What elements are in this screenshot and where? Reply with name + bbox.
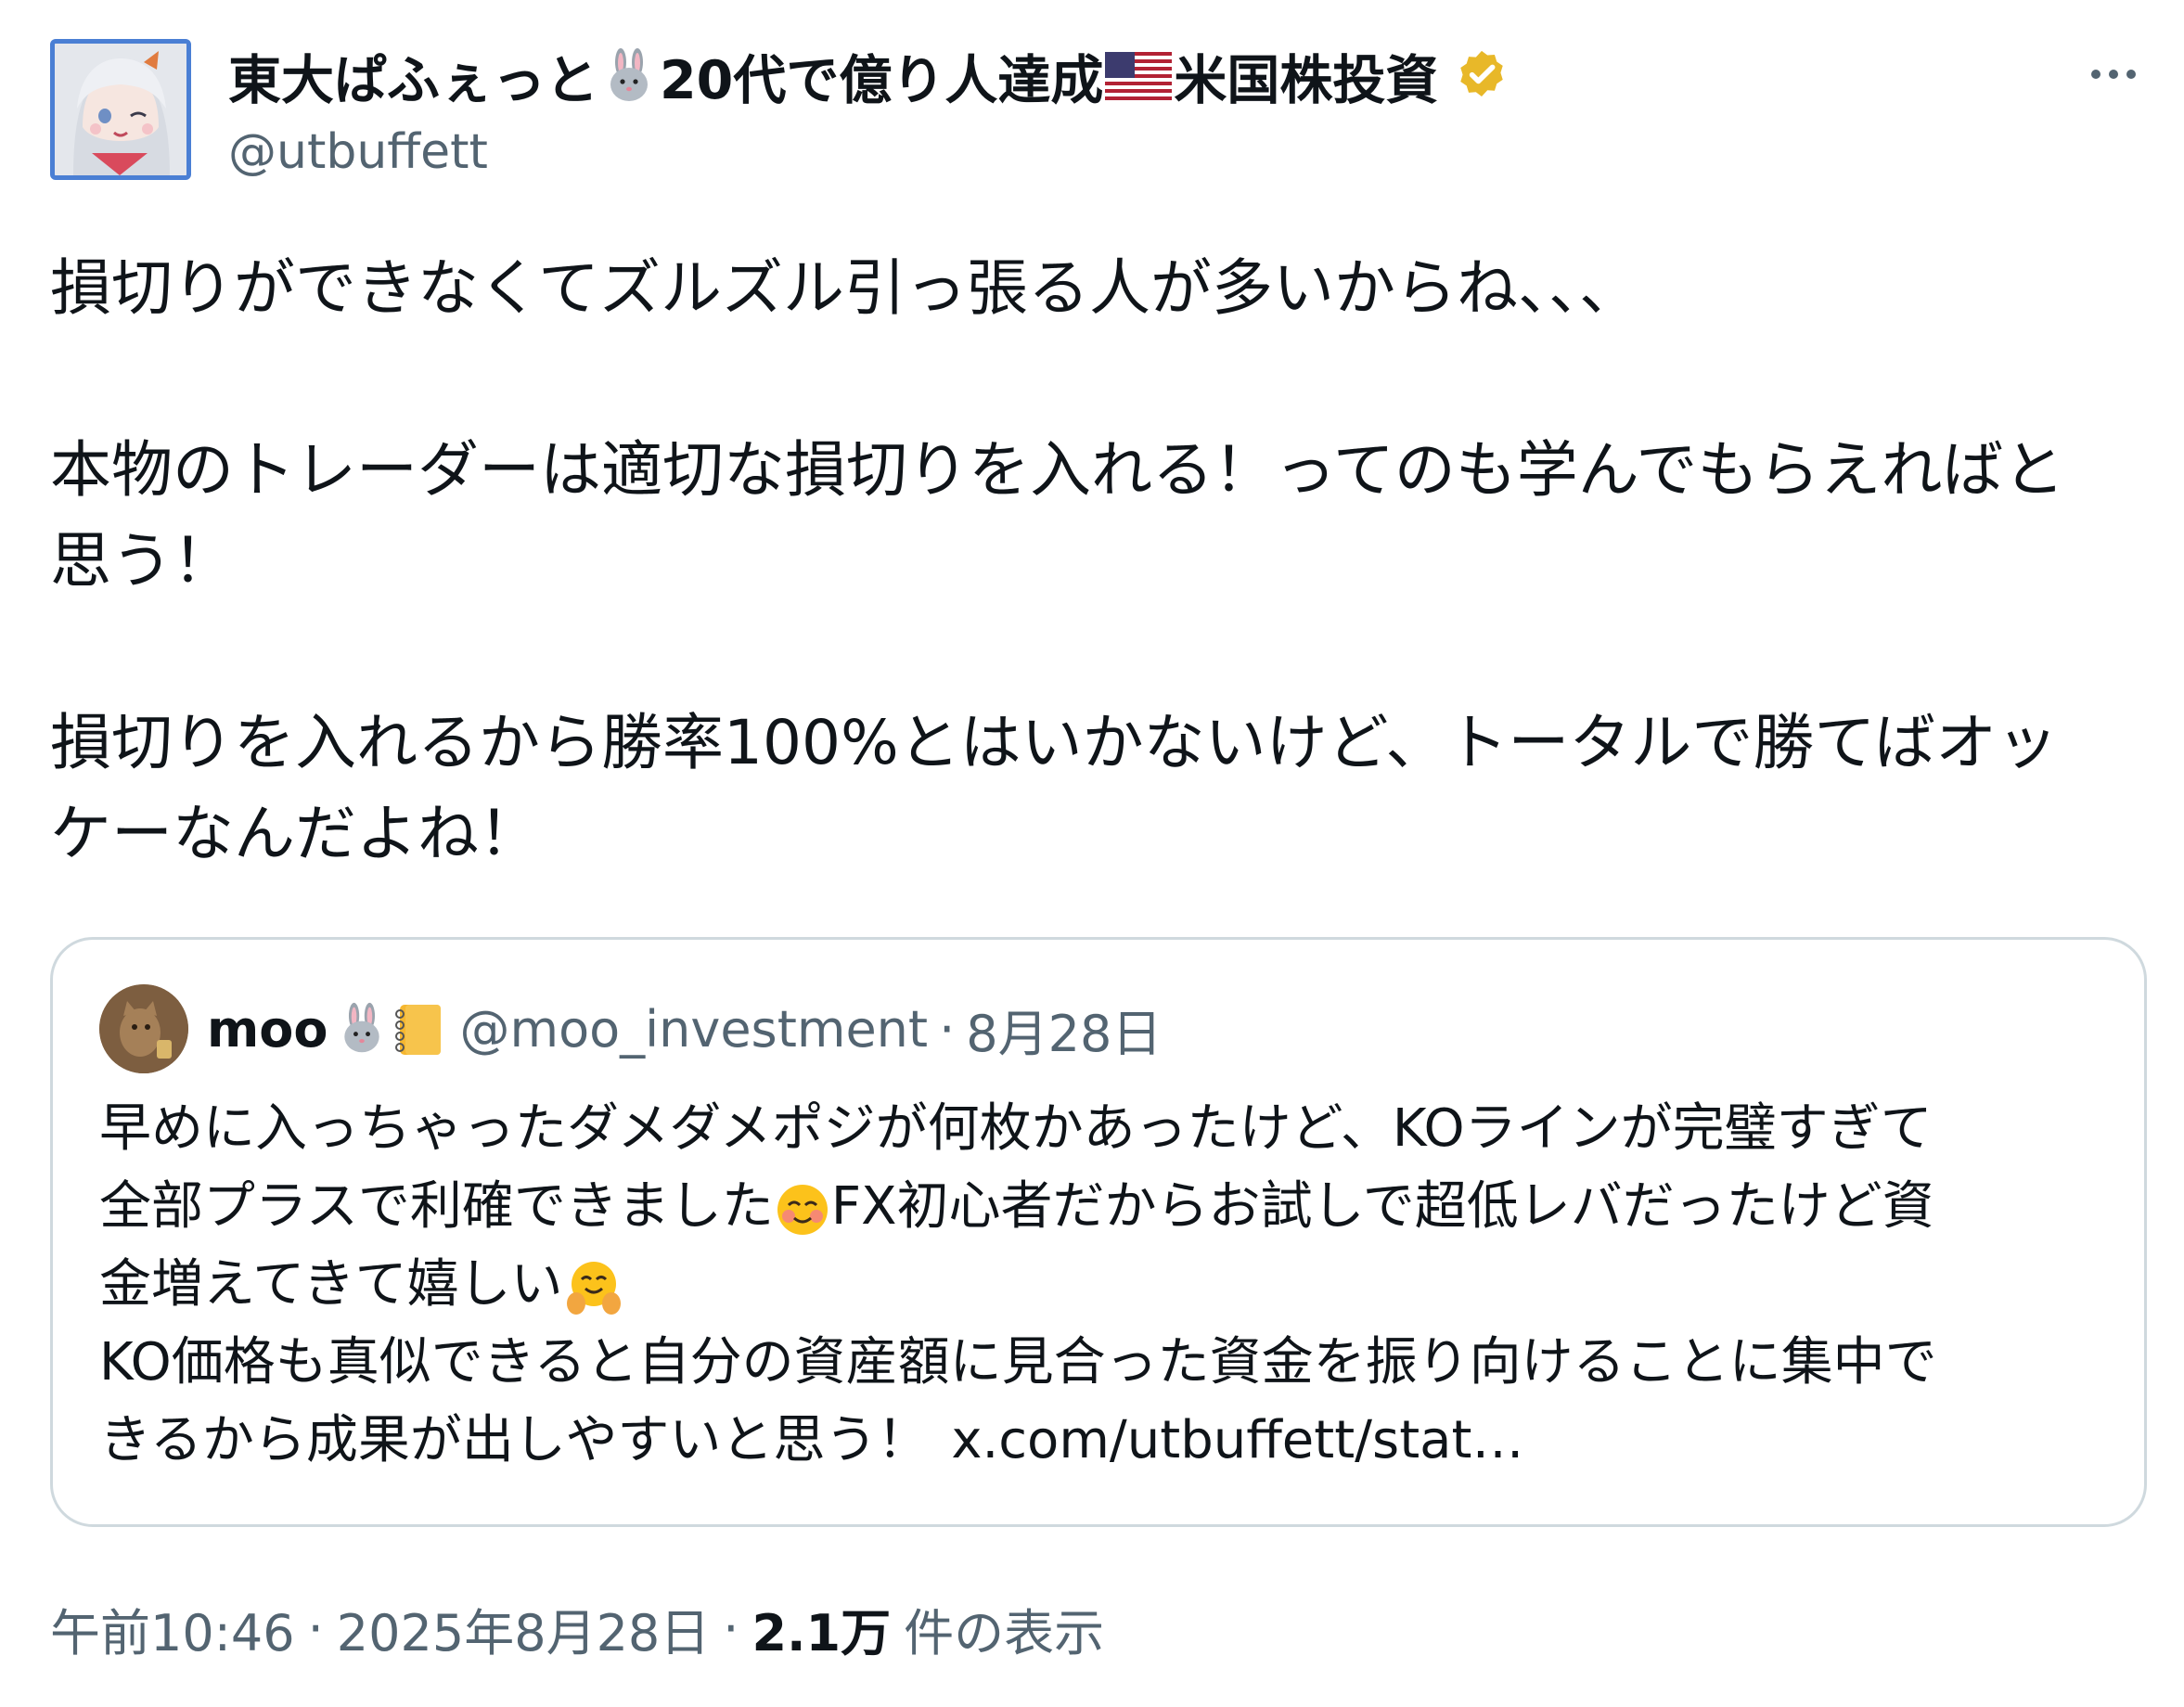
quoted-line-segment: 金増えてきて嬉しい bbox=[99, 1254, 563, 1315]
quoted-author-handle[interactable]: @moo_investment bbox=[459, 1000, 928, 1059]
author-handle[interactable]: @utbuffett bbox=[228, 124, 488, 180]
post-line: 損切りを入れるから勝率100%とはいかないけど、トータルで勝てばオッ bbox=[50, 707, 2059, 778]
quoted-header: moo @moo_investment · 8月28日 bbox=[207, 992, 1162, 1066]
quoted-author-name[interactable]: moo bbox=[207, 1000, 328, 1059]
quoted-line: 早めに入っちゃったダメダメポジが何枚かあったけど、KOラインが完璧すぎて bbox=[99, 1098, 1933, 1159]
display-name-part1: 東大ぱふぇっと bbox=[228, 50, 598, 111]
quoted-tweet-card[interactable]: moo @moo_investment · 8月28日 早めに入っちゃったダメダ… bbox=[50, 937, 2147, 1527]
smiling-face-icon bbox=[777, 1184, 828, 1235]
post-line: 本物のトレーダーは適切な損切りを入れる！ってのも学んでもらえればと bbox=[50, 434, 2065, 506]
separator-dot: · bbox=[939, 999, 956, 1059]
display-name-part2: 20代で億り人達成 bbox=[660, 50, 1104, 111]
display-name-part3: 米国株投資 bbox=[1174, 50, 1439, 111]
quoted-link[interactable]: x.com/utbuffett/stat… bbox=[951, 1410, 1523, 1470]
quoted-line: きるから成果が出しやすいと思う！ x.com/utbuffett/stat… bbox=[99, 1402, 2122, 1480]
post-text: 損切りができなくてズルズル引っ張る人が多いからね、、、 本物のトレーダーは適切な… bbox=[50, 243, 2147, 879]
quoted-line-segment: きるから成果が出しやすいと思う！ bbox=[99, 1410, 930, 1470]
tweet: 東大ぱふぇっと 20代で億り人達成 米国株投資 @utbuffett 損切りがで… bbox=[0, 0, 2184, 1707]
post-line: 思う！ bbox=[50, 525, 234, 597]
author-display-name[interactable]: 東大ぱふぇっと 20代で億り人達成 米国株投資 bbox=[228, 43, 1510, 111]
views-label: 件の表示 bbox=[904, 1604, 1105, 1662]
post-time[interactable]: 午前10:46 bbox=[50, 1592, 295, 1665]
post-line: 損切りができなくてズルズル引っ張る人が多いからね、、、 bbox=[50, 252, 1641, 324]
author-avatar[interactable] bbox=[50, 39, 191, 180]
cat-avatar-illustration bbox=[99, 984, 188, 1073]
rabbit-icon bbox=[344, 1002, 380, 1053]
quoted-author-avatar[interactable] bbox=[99, 984, 188, 1073]
quoted-line: 全部プラスで利確できました FX初心者だからお試しで超低レバだったけど資 bbox=[99, 1168, 2122, 1246]
more-dot-icon bbox=[2109, 70, 2118, 79]
separator-dot: · bbox=[723, 1599, 739, 1658]
post-meta: 午前10:46 · 2025年8月28日 · 2.1万 件の表示 bbox=[50, 1592, 1104, 1665]
rabbit-icon bbox=[610, 48, 648, 101]
quoted-date[interactable]: 8月28日 bbox=[966, 993, 1162, 1066]
quoted-line-segment: FX初心者だからお試しで超低レバだったけど資 bbox=[830, 1176, 1934, 1237]
separator-dot: · bbox=[307, 1599, 324, 1658]
avatar-illustration bbox=[55, 44, 186, 175]
verified-badge-icon[interactable] bbox=[1453, 47, 1510, 105]
post-date[interactable]: 2025年8月28日 bbox=[337, 1592, 711, 1665]
quoted-line-segment: 全部プラスで利確できました bbox=[99, 1176, 774, 1237]
hugging-face-icon bbox=[566, 1261, 621, 1315]
quoted-line: KO価格も真似できると自分の資産額に見合った資金を振り向けることに集中で bbox=[99, 1332, 1937, 1393]
more-options-button[interactable] bbox=[2076, 54, 2151, 95]
us-flag-icon bbox=[1105, 52, 1173, 100]
quoted-text: 早めに入っちゃったダメダメポジが何枚かあったけど、KOラインが完璧すぎて 全部プ… bbox=[99, 1090, 2122, 1480]
more-dot-icon bbox=[2091, 70, 2100, 79]
quoted-line: 金増えてきて嬉しい bbox=[99, 1246, 2122, 1324]
notebook-icon bbox=[395, 1005, 442, 1055]
views-count[interactable]: 2.1万 bbox=[752, 1592, 891, 1665]
post-line: ケーなんだよね！ bbox=[50, 798, 540, 869]
more-dot-icon bbox=[2126, 70, 2136, 79]
